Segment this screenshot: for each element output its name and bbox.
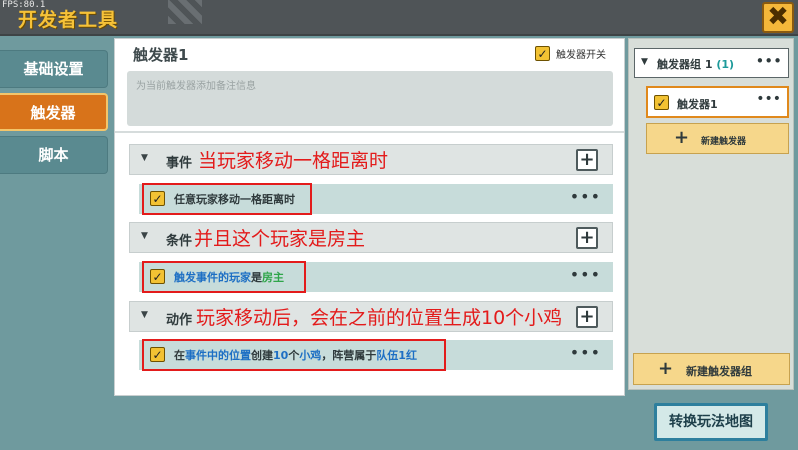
add-action-button[interactable]: + xyxy=(576,306,598,328)
check-icon[interactable]: ✓ xyxy=(654,95,669,110)
section-label: 条件 xyxy=(166,234,193,249)
more-dots-icon[interactable]: ••• xyxy=(570,343,601,362)
text-part[interactable]: 10 xyxy=(273,349,288,362)
event-item-text: 任意玩家移动一格距离时 xyxy=(174,191,295,207)
note-input[interactable]: 为当前触发器添加备注信息 xyxy=(127,71,613,126)
more-dots-icon[interactable]: ••• xyxy=(570,187,601,206)
more-dots-icon[interactable]: ••• xyxy=(755,52,782,70)
app-title: 开发者工具 xyxy=(18,9,119,31)
section-action-header[interactable]: ▼ 动作 玩家移动后，会在之前的位置生成10个小鸡 + xyxy=(129,301,613,332)
group-count: (1) xyxy=(716,58,735,71)
more-dots-icon[interactable]: ••• xyxy=(756,91,781,107)
text-part: ，阵营属于 xyxy=(321,349,377,362)
new-trigger-group-label: 新建触发器组 xyxy=(686,365,752,378)
check-icon[interactable]: ✓ xyxy=(150,347,165,362)
section-event-header[interactable]: ▼ 事件 当玩家移动一格距离时 + xyxy=(129,144,613,175)
text-part[interactable]: 触发事件的玩家 xyxy=(174,271,251,284)
sidebar-item-label: 触发器 xyxy=(30,104,76,122)
new-trigger-group-button[interactable]: + 新建触发器组 xyxy=(633,353,790,385)
sidebar-item-scripts[interactable]: 脚本 xyxy=(0,136,108,174)
switch-game-map-button[interactable]: 转换玩法地图 xyxy=(654,403,768,441)
switch-map-label: 转换玩法地图 xyxy=(669,414,753,430)
text-part[interactable]: 队伍1红 xyxy=(376,349,417,362)
sidebar-item-label: 脚本 xyxy=(38,146,69,164)
annotation-text: 玩家移动后，会在之前的位置生成10个小鸡 xyxy=(196,307,563,329)
triangle-down-icon[interactable]: ▼ xyxy=(141,310,148,320)
trigger-switch[interactable]: ✓ 触发器开关 xyxy=(535,46,606,61)
divider xyxy=(115,131,624,133)
new-trigger-button[interactable]: + 新建触发器 xyxy=(646,123,789,154)
add-event-button[interactable]: + xyxy=(576,149,598,171)
title-decoration xyxy=(168,0,202,24)
trigger-list-item[interactable]: ✓ 触发器1 ••• xyxy=(646,86,789,118)
triangle-down-icon[interactable]: ▼ xyxy=(141,153,148,163)
plus-icon: + xyxy=(579,306,595,327)
sidebar-item-label: 基础设置 xyxy=(23,60,84,78)
close-button[interactable]: ✖ xyxy=(762,2,794,33)
text-part[interactable]: 事件中的位置 xyxy=(185,349,251,362)
group-name: 触发器组 1 xyxy=(657,58,713,71)
trigger-switch-label: 触发器开关 xyxy=(556,50,606,61)
sidebar-item-triggers[interactable]: 触发器 xyxy=(0,93,108,131)
check-icon[interactable]: ✓ xyxy=(150,191,165,206)
text-part: 在 xyxy=(174,349,185,362)
annotation-text: 当玩家移动一格距离时 xyxy=(198,150,389,172)
text-part: 创建 xyxy=(251,349,273,362)
trigger-item-label: 触发器1 xyxy=(677,98,718,111)
note-placeholder: 为当前触发器添加备注信息 xyxy=(136,81,256,92)
add-condition-button[interactable]: + xyxy=(576,227,598,249)
text-part[interactable]: 小鸡 xyxy=(299,349,321,362)
trigger-group-header[interactable]: ▼ 触发器组 1 (1) ••• xyxy=(634,48,789,78)
action-item-row[interactable]: ✓ 在事件中的位置创建10个小鸡，阵营属于队伍1红 ••• xyxy=(139,339,613,371)
more-dots-icon[interactable]: ••• xyxy=(570,265,601,284)
plus-icon: + xyxy=(674,127,690,148)
sidebar-item-basic-settings[interactable]: 基础设置 xyxy=(0,50,108,88)
check-icon[interactable]: ✓ xyxy=(535,46,550,61)
action-item-text: 在事件中的位置创建10个小鸡，阵营属于队伍1红 xyxy=(174,347,417,363)
text-part: 是 xyxy=(251,271,262,284)
trigger-group-panel: ▼ 触发器组 1 (1) ••• ✓ 触发器1 ••• + 新建触发器 + 新建… xyxy=(628,38,794,390)
text-part: 任意玩家移动一格距离时 xyxy=(174,193,295,206)
section-label: 动作 xyxy=(166,313,193,328)
plus-icon: + xyxy=(579,227,595,248)
sidebar: 基础设置 触发器 脚本 xyxy=(0,38,108,450)
new-trigger-label: 新建触发器 xyxy=(701,137,747,147)
triangle-down-icon[interactable]: ▼ xyxy=(141,231,148,241)
plus-icon: + xyxy=(658,358,674,379)
annotation-text: 并且这个玩家是房主 xyxy=(194,228,366,250)
condition-item-row[interactable]: ✓ 触发事件的玩家是房主 ••• xyxy=(139,261,613,293)
check-icon[interactable]: ✓ xyxy=(150,269,165,284)
title-bar: FPS:80.1 开发者工具 ✖ xyxy=(0,0,798,36)
text-part: 个 xyxy=(288,349,300,362)
trigger-editor-panel: 触发器1 ✓ 触发器开关 为当前触发器添加备注信息 ▼ 事件 当玩家移动一格距离… xyxy=(114,38,625,396)
section-condition-header[interactable]: ▼ 条件 并且这个玩家是房主 + xyxy=(129,222,613,253)
chevron-down-icon[interactable]: ▼ xyxy=(641,57,648,67)
trigger-group-name: 触发器组 1 (1) xyxy=(657,56,734,72)
event-item-row[interactable]: ✓ 任意玩家移动一格距离时 ••• xyxy=(139,183,613,215)
section-label: 事件 xyxy=(166,156,193,171)
plus-icon: + xyxy=(579,149,595,170)
text-part[interactable]: 房主 xyxy=(262,271,284,284)
condition-item-text: 触发事件的玩家是房主 xyxy=(174,269,284,285)
close-icon: ✖ xyxy=(767,2,789,32)
trigger-name-title[interactable]: 触发器1 xyxy=(133,44,188,65)
